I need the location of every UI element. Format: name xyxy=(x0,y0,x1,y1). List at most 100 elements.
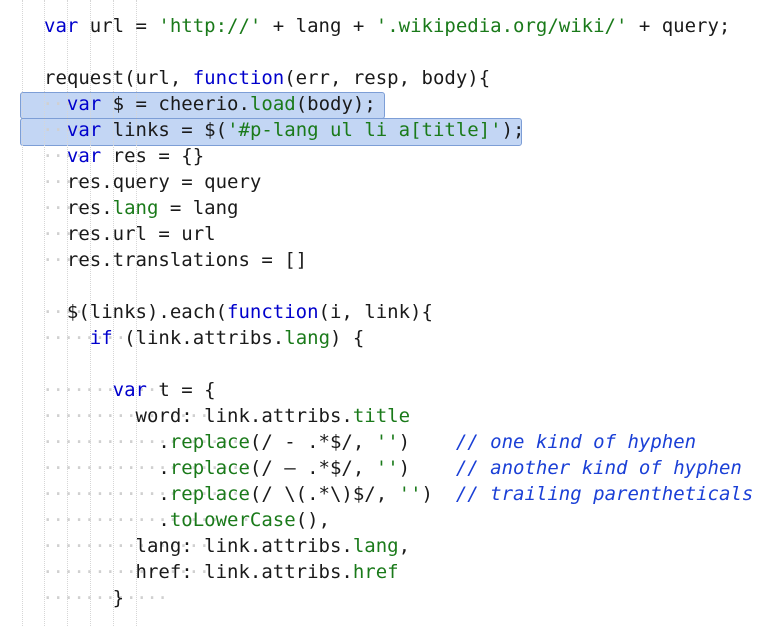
code-token: t = { xyxy=(146,379,216,401)
code-line[interactable]: var url = 'http://' + lang + '.wikipedia… xyxy=(0,13,781,39)
property-token: load xyxy=(249,93,296,115)
code-token: ) xyxy=(421,483,456,505)
code-line[interactable]: ···· $(links).each(function(i, link){ xyxy=(0,299,781,325)
code-token: . xyxy=(44,431,170,453)
code-line[interactable] xyxy=(0,273,781,299)
string-token: '#p-lang ul li a[title]' xyxy=(227,119,502,141)
code-token: word: link.attribs. xyxy=(44,405,353,427)
code-text: res.query = query xyxy=(44,169,261,195)
code-token: ); xyxy=(501,119,525,141)
code-text: res.lang = lang xyxy=(44,195,239,221)
code-line[interactable]: ················ word: link.attribs.titl… xyxy=(0,403,781,429)
keyword-token: var xyxy=(66,145,102,167)
code-line[interactable]: ···················· .replace(/ – .*$/, … xyxy=(0,455,781,481)
property-token: lang xyxy=(112,197,159,219)
code-line[interactable]: ···· res.url = url xyxy=(0,221,781,247)
code-token: . xyxy=(44,457,170,479)
comment-token: // another kind of hyphen xyxy=(455,457,742,479)
code-text: res.url = url xyxy=(44,221,216,247)
code-line[interactable]: ················ lang: link.attribs.lang… xyxy=(0,533,781,559)
code-token: request(url, xyxy=(44,67,193,89)
code-line[interactable] xyxy=(0,351,781,377)
code-line[interactable]: ········ if (link.attribs.lang) { xyxy=(0,325,781,351)
code-token: $ = cheerio. xyxy=(101,93,250,115)
code-token: res = {} xyxy=(101,145,205,167)
property-token: title xyxy=(352,405,411,427)
code-text: lang: link.attribs.lang, xyxy=(44,533,411,559)
code-token: } xyxy=(44,587,125,609)
property-token: lang xyxy=(284,327,331,349)
comment-token: // trailing parentheticals xyxy=(455,483,754,505)
code-line[interactable]: ···· res.query = query xyxy=(0,169,781,195)
code-token: (body); xyxy=(295,93,376,115)
code-token: href: link.attribs. xyxy=(44,561,353,583)
keyword-token: function xyxy=(192,67,285,89)
code-token: + query; xyxy=(627,15,731,37)
code-text: var url = 'http://' + lang + '.wikipedia… xyxy=(44,13,730,39)
code-line[interactable]: ···· var $ = cheerio.load(body); xyxy=(0,91,781,117)
code-token: (i, link){ xyxy=(318,301,433,323)
code-token: res.query = query xyxy=(44,171,262,193)
code-text: .toLowerCase(), xyxy=(44,507,330,533)
code-token: , xyxy=(398,535,411,557)
code-line[interactable]: ················ href: link.attribs.href xyxy=(0,559,781,585)
keyword-token: var xyxy=(66,93,102,115)
code-line[interactable]: ···················· .replace(/ \(.*\)$/… xyxy=(0,481,781,507)
code-line[interactable] xyxy=(0,39,781,65)
code-line[interactable]: request(url, function(err, resp, body){ xyxy=(0,65,781,91)
code-token: + lang + xyxy=(261,15,376,37)
code-text: var $ = cheerio.load(body); xyxy=(44,91,376,117)
code-text: .replace(/ - .*$/, '') // one kind of hy… xyxy=(44,429,696,455)
property-token: replace xyxy=(169,483,250,505)
code-line[interactable]: ···· res.translations = [] xyxy=(0,247,781,273)
code-token: . xyxy=(44,509,170,531)
code-token: ) xyxy=(398,457,456,479)
code-token: res. xyxy=(44,197,113,219)
property-token: lang xyxy=(352,535,399,557)
code-token: (link.attribs. xyxy=(112,327,285,349)
code-line[interactable]: ···················· .replace(/ - .*$/, … xyxy=(0,429,781,455)
code-token: url = xyxy=(78,15,159,37)
code-token: $(links).each( xyxy=(44,301,228,323)
property-token: replace xyxy=(169,431,250,453)
code-text: var t = { xyxy=(44,377,216,403)
code-token: ) xyxy=(398,431,456,453)
code-text: word: link.attribs.title xyxy=(44,403,411,429)
code-line[interactable]: ···· var links = $('#p-lang ul li a[titl… xyxy=(0,117,781,143)
code-token: links = $( xyxy=(101,119,228,141)
code-line[interactable]: ············ } xyxy=(0,585,781,611)
code-text: href: link.attribs.href xyxy=(44,559,399,585)
property-token: href xyxy=(352,561,399,583)
code-text: res.translations = [] xyxy=(44,247,307,273)
code-token: (/ – .*$/, xyxy=(249,457,376,479)
string-token: '' xyxy=(398,483,422,505)
keyword-token: if xyxy=(89,327,113,349)
code-editor[interactable]: var url = 'http://' + lang + '.wikipedia… xyxy=(0,0,781,626)
code-text: request(url, function(err, resp, body){ xyxy=(44,65,490,91)
code-text: } xyxy=(44,585,124,611)
code-token: (/ - .*$/, xyxy=(249,431,376,453)
code-line[interactable]: ···················· .toLowerCase(), xyxy=(0,507,781,533)
keyword-token: var xyxy=(44,15,79,37)
keyword-token: function xyxy=(227,301,319,323)
code-text: .replace(/ – .*$/, '') // another kind o… xyxy=(44,455,742,481)
code-line[interactable]: ···· res.lang = lang xyxy=(0,195,781,221)
code-token: res.url = url xyxy=(44,223,216,245)
code-line[interactable]: ············ var t = { xyxy=(0,377,781,403)
string-token: 'http://' xyxy=(158,15,262,37)
property-token: replace xyxy=(169,457,250,479)
keyword-token: var xyxy=(112,379,147,401)
string-token: '.wikipedia.org/wiki/' xyxy=(375,15,628,37)
code-token: res.translations = [] xyxy=(44,249,308,271)
code-token: lang: link.attribs. xyxy=(44,535,353,557)
code-line[interactable]: ···· var res = {} xyxy=(0,143,781,169)
code-text: .replace(/ \(.*\)$/, '') // trailing par… xyxy=(44,481,753,507)
code-text: var links = $('#p-lang ul li a[title]'); xyxy=(44,117,525,143)
code-token: . xyxy=(44,483,170,505)
code-token: (/ \(.*\)$/, xyxy=(249,483,399,505)
